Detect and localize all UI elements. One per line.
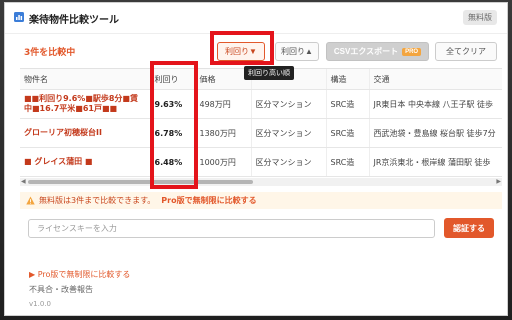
sort-tooltip: 利回り高い順 bbox=[244, 66, 294, 80]
notice-text: 無料版は3件まで比較できます。 bbox=[39, 196, 156, 205]
property-type: 区分マンション bbox=[251, 89, 327, 119]
compare-count: 3件を比較中 bbox=[24, 48, 76, 58]
popup-header: 楽待物件比較ツール 無料版 bbox=[5, 3, 507, 34]
column-header-price[interactable]: 価格 bbox=[195, 69, 252, 90]
horizontal-scrollbar[interactable]: ◀ ▶ bbox=[20, 178, 502, 186]
comparison-table: 物件名 利回り 価格 構造 交通 ■■利回り9.6%■駅歩8分■賃中■16.7平… bbox=[20, 69, 502, 177]
csv-export-label: CSVエクスポート bbox=[333, 47, 399, 56]
csv-export-button[interactable]: CSVエクスポート PRO bbox=[326, 42, 429, 61]
warning-icon bbox=[26, 196, 35, 205]
scroll-left-arrow-icon[interactable]: ◀ bbox=[21, 178, 26, 186]
app-title: 楽待物件比較ツール bbox=[29, 15, 119, 26]
highlight-box-sort-button bbox=[210, 31, 274, 65]
scrollbar-thumb[interactable] bbox=[28, 180, 253, 184]
column-header-access[interactable]: 交通 bbox=[369, 69, 502, 90]
property-name-link[interactable]: ■■利回り9.6%■駅歩8分■賃中■16.7平米■61戸■■ bbox=[20, 89, 151, 119]
upgrade-link[interactable]: ▶ Pro版で無制限に比較する bbox=[29, 269, 130, 280]
table-row: グローリア初穂桜台II 6.78% 1380万円 区分マンション SRC造 西武… bbox=[20, 118, 502, 148]
table-row: ■ グレイス蒲田 ■ 6.48% 1000万円 区分マンション SRC造 JR京… bbox=[20, 147, 502, 177]
property-access: JR東日本 中央本線 八王子駅 徒歩 bbox=[369, 89, 502, 119]
sort-yield-asc-button[interactable]: 利回り▲ bbox=[275, 42, 319, 61]
property-price: 1380万円 bbox=[195, 118, 252, 148]
license-key-input[interactable] bbox=[28, 219, 435, 238]
column-header-structure[interactable]: 構造 bbox=[326, 69, 370, 90]
scroll-right-arrow-icon[interactable]: ▶ bbox=[496, 178, 501, 186]
property-name-link[interactable]: グローリア初穂桜台II bbox=[20, 118, 151, 148]
bug-report-link[interactable]: 不具合・改善報告 bbox=[29, 284, 93, 295]
authenticate-button[interactable]: 認証する bbox=[444, 218, 494, 238]
pro-tag: PRO bbox=[402, 47, 422, 56]
property-access: JR京浜東北・根岸線 蒲田駅 徒歩 bbox=[369, 147, 502, 177]
column-header-name[interactable]: 物件名 bbox=[20, 69, 151, 90]
upgrade-notice-link[interactable]: Pro版で無制限に比較する bbox=[161, 195, 256, 206]
property-type: 区分マンション bbox=[251, 118, 327, 148]
property-price: 498万円 bbox=[195, 89, 252, 119]
highlight-box-yield-column bbox=[150, 61, 198, 189]
chart-icon bbox=[14, 12, 24, 22]
version-label: v1.0.0 bbox=[29, 300, 51, 308]
property-structure: SRC造 bbox=[326, 89, 370, 119]
property-price: 1000万円 bbox=[195, 147, 252, 177]
property-access: 西武池袋・豊島線 桜台駅 徒歩7分 bbox=[369, 118, 502, 148]
extension-popup: 楽待物件比較ツール 無料版 3件を比較中 利回り▼ 利回り▲ CSVエクスポート… bbox=[4, 2, 508, 316]
table-row: ■■利回り9.6%■駅歩8分■賃中■16.7平米■61戸■■ 9.63% 498… bbox=[20, 89, 502, 119]
free-limit-notice: 無料版は3件まで比較できます。 Pro版で無制限に比較する bbox=[20, 192, 502, 209]
property-name-link[interactable]: ■ グレイス蒲田 ■ bbox=[20, 147, 151, 177]
property-structure: SRC造 bbox=[326, 147, 370, 177]
comparison-table-wrapper: 物件名 利回り 価格 構造 交通 ■■利回り9.6%■駅歩8分■賃中■16.7平… bbox=[20, 68, 502, 179]
clear-all-button[interactable]: 全てクリア bbox=[435, 42, 497, 61]
property-structure: SRC造 bbox=[326, 118, 370, 148]
property-type: 区分マンション bbox=[251, 147, 327, 177]
plan-badge: 無料版 bbox=[463, 10, 497, 25]
